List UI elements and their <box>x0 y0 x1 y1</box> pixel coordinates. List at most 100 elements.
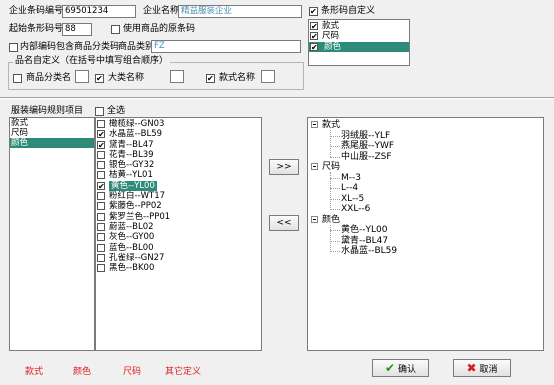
tree-connector <box>330 198 340 200</box>
color-option-item[interactable]: 黑色--BK00 <box>96 263 261 273</box>
color-option-checkbox[interactable] <box>97 161 105 170</box>
color-option-checkbox[interactable] <box>97 171 105 180</box>
code-tree[interactable]: 款式 羽绒服--YLF 燕尾服--YWF 中山服--ZSF 尺码 M--3 L--4 XL--… <box>307 117 544 351</box>
tree-leaf[interactable]: XL--5 <box>341 194 364 204</box>
rules-title: 服装编码规则项目 <box>11 106 84 116</box>
color-option-label: 灰色--GY00 <box>109 232 155 243</box>
barcode-custom-checkbox[interactable] <box>310 42 318 52</box>
color-option-checkbox[interactable] <box>97 212 105 221</box>
color-option-item[interactable]: 蓝色--BL00 <box>96 243 261 253</box>
barcode-custom-checkbox[interactable] <box>310 32 318 41</box>
color-option-item[interactable]: 孔雀绿--GN27 <box>96 253 261 263</box>
name-item-order-input[interactable] <box>75 70 89 83</box>
footer-tab[interactable]: 款式 <box>25 364 43 377</box>
footer-tab[interactable]: 颜色 <box>73 364 91 377</box>
start-barcode-input[interactable]: 88 <box>62 23 92 36</box>
tree-connector <box>330 135 340 137</box>
add-button[interactable]: >> <box>269 159 299 175</box>
tree-connector <box>330 251 340 252</box>
company-code-label: 企业条码编号 <box>9 6 64 16</box>
color-option-checkbox[interactable] <box>97 202 105 211</box>
color-option-item[interactable]: 银色--GY32 <box>96 160 261 170</box>
color-option-item[interactable]: 紫藤色--PP02 <box>96 201 261 211</box>
name-item-label: 商品分类名 <box>26 73 72 83</box>
tree-group-label: 尺码 <box>322 162 341 172</box>
color-option-label: 蓝色--BL00 <box>109 242 154 253</box>
color-option-checkbox[interactable] <box>97 243 105 252</box>
tree-leaf[interactable]: 燕尾服--YWF <box>341 141 394 151</box>
color-option-checkbox[interactable] <box>97 120 105 128</box>
color-option-item[interactable]: 灰色--GY00 <box>96 232 261 242</box>
barcode-custom-item[interactable]: 尺码 <box>309 31 409 41</box>
name-item-label: 款式名称 <box>219 73 256 83</box>
company-name-label: 企业名称 <box>143 6 180 16</box>
color-option-checkbox[interactable] <box>97 233 105 242</box>
internal-code-label: 内部编码包含商品分类码 <box>20 42 120 52</box>
collapse-icon[interactable] <box>311 215 318 223</box>
footer-tab[interactable]: 其它定义 <box>165 364 201 377</box>
color-option-checkbox[interactable] <box>97 222 105 231</box>
color-option-checkbox[interactable] <box>97 181 105 191</box>
color-option-item[interactable]: 黛青--BL47 <box>96 140 261 150</box>
select-all-checkbox[interactable] <box>95 107 104 116</box>
color-option-label: 黑色--BK00 <box>109 263 155 274</box>
rules-list[interactable]: 款式 尺码 颜色 <box>9 117 95 351</box>
confirm-button[interactable]: ✔ 确认 <box>372 359 429 377</box>
tree-connector <box>330 146 340 147</box>
color-option-label: 水晶蓝--BL59 <box>109 129 163 140</box>
tree-connector <box>330 172 331 210</box>
tree-connector <box>330 240 340 242</box>
category-label: 商品类别 <box>118 42 155 52</box>
tree-leaf[interactable]: 中山服--ZSF <box>341 152 392 162</box>
color-option-checkbox[interactable] <box>97 140 105 150</box>
tree-group-label: 款式 <box>322 120 341 130</box>
color-option-checkbox[interactable] <box>97 264 105 273</box>
name-item-order-input[interactable] <box>261 70 275 83</box>
color-option-item[interactable]: 粉红白--WT17 <box>96 191 261 201</box>
barcode-custom-list[interactable]: 款式尺码颜色 <box>308 19 410 66</box>
color-option-label: 银色--GY32 <box>109 160 155 171</box>
category-input[interactable]: FZ <box>151 40 301 53</box>
footer-tab[interactable]: 尺码 <box>123 364 141 377</box>
tree-leaf[interactable]: 黛青--BL47 <box>341 236 388 246</box>
color-option-item[interactable]: 蔚蓝--BL02 <box>96 222 261 232</box>
company-name-input[interactable]: 精益服装企业 <box>178 5 302 18</box>
color-option-checkbox[interactable] <box>97 130 105 139</box>
tree-leaf[interactable]: 羽绒服--YLF <box>341 131 390 141</box>
color-option-item[interactable]: 花青--BL39 <box>96 150 261 160</box>
barcode-custom-checkbox[interactable] <box>310 22 318 31</box>
color-option-item[interactable]: 黄色--YL00 <box>96 180 261 191</box>
remove-button[interactable]: << <box>269 215 299 231</box>
barcode-custom-item[interactable]: 款式 <box>309 21 409 31</box>
rule-item[interactable]: 款式 <box>10 118 94 128</box>
color-option-checkbox[interactable] <box>97 192 105 201</box>
name-item-order-input[interactable] <box>170 70 184 83</box>
custom-barcode-checkbox[interactable] <box>309 7 318 16</box>
color-options-list[interactable]: 橄榄绿--GN03水晶蓝--BL59黛青--BL47花青--BL39银色--GY… <box>95 117 262 351</box>
tree-leaf[interactable]: M--3 <box>341 173 361 183</box>
use-original-barcode-checkbox[interactable] <box>111 25 120 34</box>
color-option-item[interactable]: 水晶蓝--BL59 <box>96 129 261 139</box>
rule-item[interactable]: 尺码 <box>10 128 94 138</box>
tree-leaf[interactable]: 黄色--YL00 <box>341 225 387 235</box>
name-item-checkbox[interactable] <box>13 74 22 83</box>
color-option-label: 紫藤色--PP02 <box>109 201 162 212</box>
color-option-checkbox[interactable] <box>97 253 105 262</box>
name-item-checkbox[interactable] <box>206 74 215 83</box>
tree-connector <box>330 224 331 252</box>
tree-leaf[interactable]: L--4 <box>341 183 358 193</box>
rule-item[interactable]: 颜色 <box>10 138 94 148</box>
tree-leaf[interactable]: XXL--6 <box>341 204 370 214</box>
color-option-checkbox[interactable] <box>97 150 105 159</box>
cancel-button[interactable]: ✖ 取消 <box>453 359 511 377</box>
collapse-icon[interactable] <box>311 121 318 128</box>
color-option-item[interactable]: 橄榄绿--GN03 <box>96 119 261 129</box>
color-option-item[interactable]: 紫罗兰色--PP01 <box>96 212 261 222</box>
name-item-checkbox[interactable] <box>95 74 104 83</box>
color-option-item[interactable]: 桔黄--YL01 <box>96 170 261 180</box>
internal-code-checkbox[interactable] <box>9 43 18 52</box>
tree-leaf[interactable]: 水晶蓝--BL59 <box>341 246 397 256</box>
company-code-input[interactable]: 69501234 <box>62 5 136 18</box>
barcode-custom-item[interactable]: 颜色 <box>309 41 409 52</box>
collapse-icon[interactable] <box>311 163 318 170</box>
